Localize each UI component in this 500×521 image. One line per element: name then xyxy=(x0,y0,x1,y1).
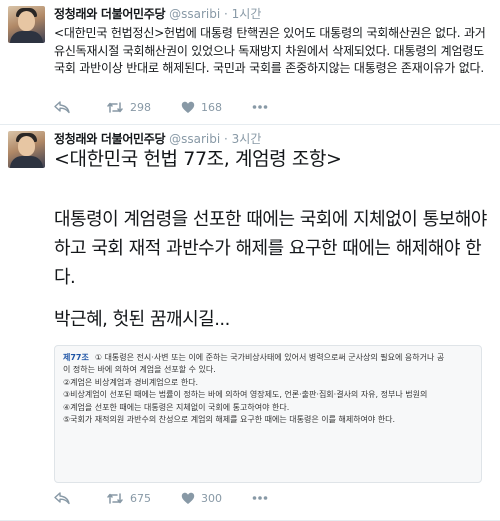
tweet-time[interactable]: 1시간 xyxy=(232,7,262,21)
separator-dot: · xyxy=(224,7,228,21)
article-line: ②계엄은 비상계엄과 경비계엄으로 한다. xyxy=(63,377,199,387)
more-button[interactable] xyxy=(252,104,268,110)
retweet-button[interactable]: 675 xyxy=(106,492,151,505)
author-handle[interactable]: @ssaribi xyxy=(169,7,220,21)
tweet-1[interactable]: 정청래와 더불어민주당 @ssaribi · 1시간 <대한민국 헌법정신>헌법… xyxy=(0,0,500,125)
constitution-article: 제77조 ① 대통령은 전시·사변 또는 이에 준하는 국가비상사태에 있어서 병… xyxy=(63,352,481,426)
tweet-text: <대한민국 헌법정신>헌법에 대통령 탄핵권은 있어도 대통령의 국회해산권은 … xyxy=(54,26,486,75)
article-line: ⑤국회가 재적의원 과반수의 찬성으로 계엄의 해제를 요구한 때에는 대통령은… xyxy=(63,415,396,425)
retweet-icon xyxy=(106,101,124,114)
heart-icon xyxy=(181,101,195,114)
retweet-icon xyxy=(106,492,124,505)
more-button[interactable] xyxy=(252,495,268,501)
more-icon xyxy=(252,495,268,501)
separator-dot: · xyxy=(224,132,228,146)
retweet-count: 675 xyxy=(130,491,151,505)
tweet-actions: 675 300 xyxy=(54,489,268,507)
tweet-actions: 298 168 xyxy=(54,98,268,116)
tweet-2[interactable]: 정청래와 더불어민주당 @ssaribi · 3시간 <대한민국 헌법 77조,… xyxy=(0,125,500,521)
tweet-closing: 박근혜, 헛된 꿈깨시길... xyxy=(54,309,230,330)
tweet-title: <대한민국 헌법 77조, 계엄령 조항> xyxy=(54,148,342,170)
author-name[interactable]: 정청래와 더불어민주당 xyxy=(54,7,166,21)
tweet-body: 대통령이 계엄령을 선포한 때에는 국회에 지체없이 통보해야 하고 국회 재적… xyxy=(54,209,487,288)
article-line: 제77조 ① 대통령은 전시·사변 또는 이에 준하는 국가비상사태에 있어서 병… xyxy=(63,352,481,364)
avatar[interactable] xyxy=(8,6,45,43)
more-icon xyxy=(252,104,268,110)
tweet-header: 정청래와 더불어민주당 @ssaribi · 1시간 xyxy=(54,7,261,22)
tweet-header: 정청래와 더불어민주당 @ssaribi · 3시간 xyxy=(54,132,261,147)
avatar[interactable] xyxy=(8,131,45,168)
article-line: ④계엄을 선포한 때에는 대통령은 지체없이 국회에 통고하여야 한다. xyxy=(63,402,290,412)
reply-icon xyxy=(54,491,70,505)
retweet-button[interactable]: 298 xyxy=(106,101,151,114)
heart-icon xyxy=(181,492,195,505)
reply-button[interactable] xyxy=(54,100,76,114)
article-label: 제77조 xyxy=(63,353,89,362)
article-line: ③비상계엄이 선포된 때에는 법률이 정하는 바에 의하여 영장제도, 언론·출… xyxy=(63,390,428,400)
article-image-card[interactable]: 제77조 ① 대통령은 전시·사변 또는 이에 준하는 국가비상사태에 있어서 병… xyxy=(54,345,482,483)
like-button[interactable]: 168 xyxy=(181,101,222,114)
article-line: 이 정하는 바에 의하여 계엄을 선포할 수 있다. xyxy=(63,365,216,375)
reply-icon xyxy=(54,100,70,114)
author-handle[interactable]: @ssaribi xyxy=(169,132,220,146)
reply-button[interactable] xyxy=(54,491,76,505)
like-count: 168 xyxy=(201,100,222,114)
author-name[interactable]: 정청래와 더불어민주당 xyxy=(54,132,166,146)
retweet-count: 298 xyxy=(130,100,151,114)
tweet-time[interactable]: 3시간 xyxy=(232,132,262,146)
like-button[interactable]: 300 xyxy=(181,492,222,505)
like-count: 300 xyxy=(201,491,222,505)
article-line-text: ① 대통령은 전시·사변 또는 이에 준하는 국가비상사태에 있어서 병력으로써… xyxy=(94,353,445,362)
